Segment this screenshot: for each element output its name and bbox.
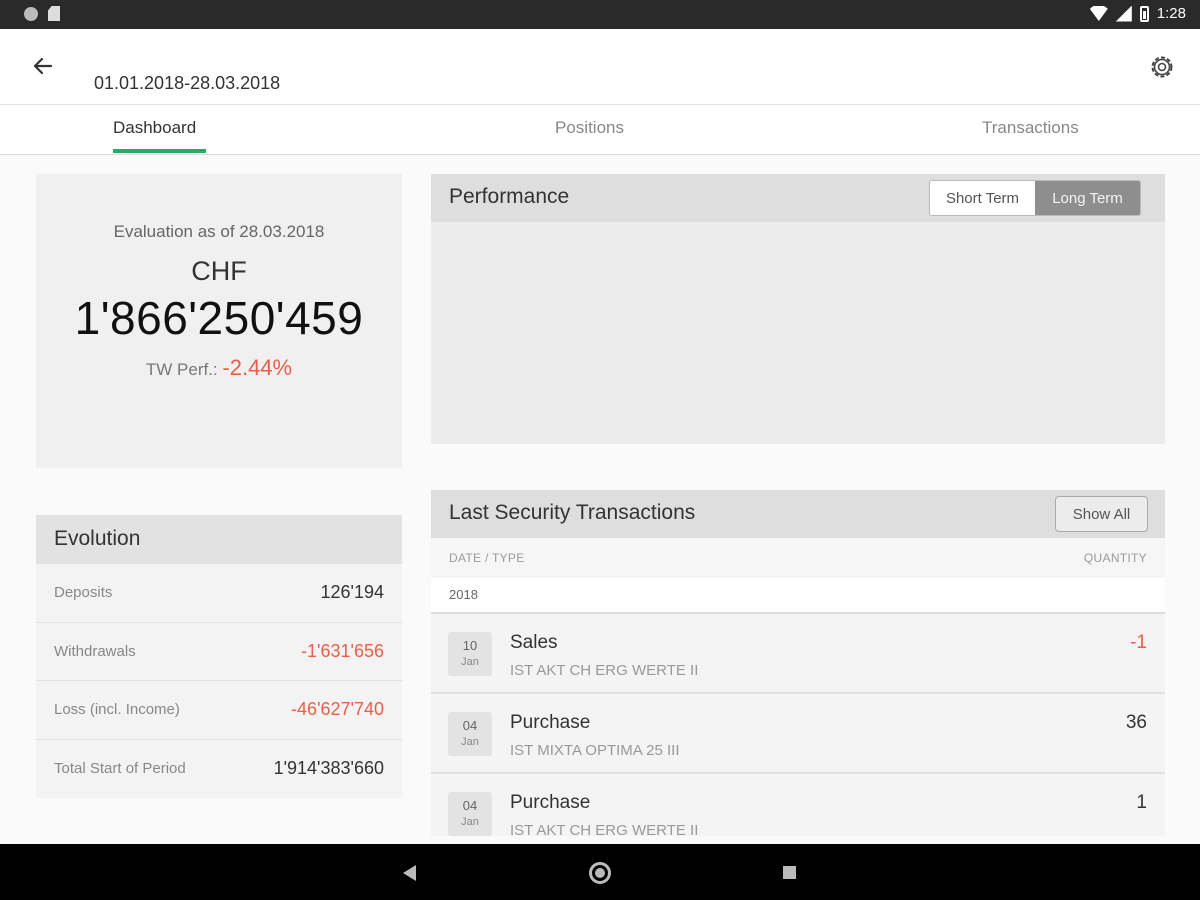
evolution-label: Loss (incl. Income) <box>54 701 180 719</box>
date-month: Jan <box>461 656 479 668</box>
transaction-row[interactable]: 04 Jan Purchase IST AKT CH ERG WERTE II … <box>431 774 1165 836</box>
gear-icon <box>1151 56 1173 78</box>
evolution-label: Total Start of Period <box>54 760 186 778</box>
currency-label: CHF <box>191 256 247 286</box>
transaction-quantity: 36 <box>1125 712 1147 733</box>
evolution-row: Deposits 126'194 <box>36 564 402 623</box>
column-quantity: QUANTITY <box>1083 551 1147 565</box>
evolution-value: -46'627'740 <box>291 699 384 720</box>
show-all-button[interactable]: Show All <box>1055 496 1148 532</box>
transaction-quantity: 1 <box>1136 792 1147 813</box>
performance-header: Performance Short Term Long Term <box>431 174 1165 222</box>
status-bar: 1:28 <box>0 0 1200 29</box>
transaction-quantity: -1 <box>1130 632 1147 653</box>
column-date-type: DATE / TYPE <box>449 551 525 565</box>
date-day: 10 <box>462 638 478 653</box>
notification-dot-icon <box>24 6 38 21</box>
tw-performance: TW Perf.: -2.44% <box>36 355 402 381</box>
date-month: Jan <box>461 736 479 748</box>
evolution-row: Withdrawals -1'631'656 <box>36 623 402 681</box>
evolution-panel: Evolution Deposits 126'194 Withdrawals -… <box>36 515 402 798</box>
evolution-value: -1'631'656 <box>301 640 384 661</box>
security-name: IST AKT CH ERG WERTE II <box>510 822 699 836</box>
period-range: 01.01.2018-28.03.2018 <box>94 73 281 93</box>
settings-button[interactable] <box>1146 51 1178 83</box>
nav-back-icon[interactable] <box>403 865 416 881</box>
evolution-label: Deposits <box>54 584 113 602</box>
date-day: 04 <box>462 798 478 813</box>
evaluation-date: Evaluation as of 28.03.2018 <box>113 222 325 241</box>
evaluation-card: Evaluation as of 28.03.2018 CHF 1'866'25… <box>36 174 402 468</box>
evolution-row: Total Start of Period 1'914'383'660 <box>36 740 402 799</box>
transactions-panel: Last Security Transactions Show All DATE… <box>431 490 1165 836</box>
cell-signal-icon <box>1115 5 1132 22</box>
tw-perf-label: TW Perf.: <box>145 360 218 379</box>
date-chip: 04 Jan <box>448 712 492 756</box>
nav-recents-icon[interactable] <box>783 866 796 879</box>
performance-title: Performance <box>449 185 570 208</box>
date-chip: 04 Jan <box>448 792 492 836</box>
arrow-left-icon <box>33 57 53 75</box>
year-group-header: 2018 <box>431 578 1165 614</box>
transactions-header: Last Security Transactions Show All <box>431 490 1165 538</box>
evolution-label: Withdrawals <box>54 642 136 660</box>
evolution-title: Evolution <box>36 515 402 564</box>
security-name: IST AKT CH ERG WERTE II <box>510 662 699 679</box>
portfolio-value: 1'866'250'459 <box>74 292 364 344</box>
transactions-column-header: DATE / TYPE QUANTITY <box>431 538 1165 578</box>
system-nav-bar <box>0 844 1200 900</box>
date-chip: 10 Jan <box>448 632 492 676</box>
tab-transactions[interactable]: Transactions <box>982 118 1079 138</box>
date-month: Jan <box>461 816 479 828</box>
battery-icon <box>1139 5 1149 22</box>
performance-chart-area <box>431 222 1165 444</box>
sd-card-icon <box>48 6 60 21</box>
app-bar: 01.01.2018-28.03.2018 <box>0 29 1200 105</box>
short-term-button[interactable]: Short Term <box>930 181 1035 215</box>
transaction-row[interactable]: 04 Jan Purchase IST MIXTA OPTIMA 25 III … <box>431 694 1165 774</box>
transaction-row[interactable]: 10 Jan Sales IST AKT CH ERG WERTE II -1 <box>431 614 1165 694</box>
nav-home-icon[interactable] <box>589 862 611 884</box>
long-term-button[interactable]: Long Term <box>1035 181 1140 215</box>
security-name: IST MIXTA OPTIMA 25 III <box>510 742 680 759</box>
transactions-title: Last Security Transactions <box>449 501 696 524</box>
transaction-type: Sales <box>510 632 558 653</box>
back-button[interactable] <box>28 51 58 81</box>
tw-perf-value: -2.44% <box>222 355 293 380</box>
evolution-value: 126'194 <box>320 582 384 603</box>
status-time: 1:28 <box>1156 5 1186 22</box>
tab-dashboard[interactable]: Dashboard <box>113 118 196 138</box>
tab-positions[interactable]: Positions <box>555 118 624 138</box>
evolution-value: 1'914'383'660 <box>273 758 384 779</box>
term-toggle: Short Term Long Term <box>929 180 1141 216</box>
evolution-row: Loss (incl. Income) -46'627'740 <box>36 681 402 740</box>
wifi-icon <box>1089 6 1108 21</box>
date-day: 04 <box>462 718 478 733</box>
performance-panel: Performance Short Term Long Term <box>431 174 1165 444</box>
transaction-type: Purchase <box>510 712 591 733</box>
tab-bar: Dashboard Positions Transactions <box>0 105 1200 155</box>
active-tab-indicator <box>113 149 206 153</box>
transaction-type: Purchase <box>510 792 591 813</box>
